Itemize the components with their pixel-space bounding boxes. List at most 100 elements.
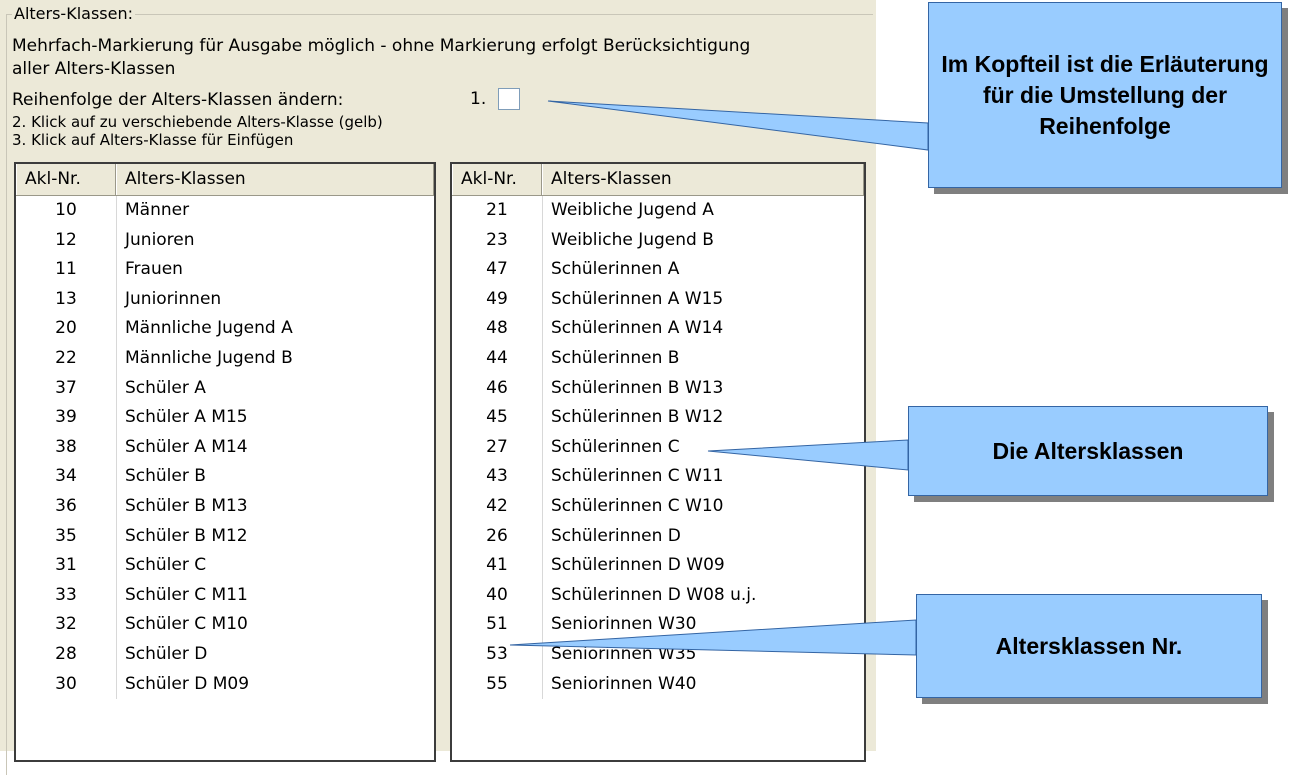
alters-klasse-cell: Schülerinnen C xyxy=(542,432,864,463)
akl-nr-cell: 46 xyxy=(486,377,508,398)
akl-nr-cell: 10 xyxy=(55,200,77,220)
list-row[interactable]: 11 Frauen xyxy=(16,255,434,285)
step-3-hint: 3. Klick auf Alters-Klasse für Einfügen xyxy=(12,131,294,149)
list-row[interactable]: 55 Seniorinnen W40 xyxy=(452,669,864,700)
list-row[interactable]: 44 Schülerinnen B xyxy=(452,343,864,374)
alters-klasse-cell: Seniorinnen W40 xyxy=(542,669,864,700)
alters-klasse-cell: Seniorinnen W35 xyxy=(542,639,864,670)
list-row[interactable]: 45 Schülerinnen B W12 xyxy=(452,403,864,433)
alters-klasse-cell: Schüler C xyxy=(116,551,434,581)
list-row[interactable]: 48 Schülerinnen A W14 xyxy=(452,314,864,344)
list-row[interactable]: 36 Schüler B M13 xyxy=(16,491,434,522)
akl-nr-cell: 40 xyxy=(486,584,508,605)
alters-klasse-cell: Schüler C M11 xyxy=(116,580,434,611)
age-class-list-right[interactable]: Akl-Nr. Alters-Klassen 21 Weibliche Jugen… xyxy=(450,162,866,762)
age-class-list-left[interactable]: Akl-Nr. Alters-Klassen 10 Männer 12 Juniore… xyxy=(14,162,436,762)
list-row[interactable]: 47 Schülerinnen A xyxy=(452,255,864,285)
akl-nr-cell: 36 xyxy=(55,495,77,516)
list-row[interactable]: 33 Schüler C M11 xyxy=(16,580,434,611)
list-header: Akl-Nr. Alters-Klassen xyxy=(452,164,864,196)
alters-klasse-cell: Seniorinnen W30 xyxy=(542,610,864,640)
list-row[interactable]: 42 Schülerinnen C W10 xyxy=(452,491,864,522)
list-row[interactable]: 10 Männer xyxy=(16,196,434,226)
list-row[interactable]: 43 Schülerinnen C W11 xyxy=(452,462,864,492)
akl-nr-cell: 33 xyxy=(55,584,77,605)
list-body: 10 Männer 12 Junioren 11 Frauen 13 Juniorinnen 2… xyxy=(16,196,434,700)
alters-klasse-cell: Schülerinnen B xyxy=(542,343,864,374)
step-1-label: 1. xyxy=(470,89,487,109)
callout-header-note: Im Kopfteil ist die Erläuterung für die … xyxy=(928,2,1282,188)
akl-nr-cell: 30 xyxy=(55,673,77,694)
alters-klasse-cell: Schüler A xyxy=(116,373,434,404)
alters-klasse-cell: Schülerinnen A W15 xyxy=(542,284,864,315)
list-row[interactable]: 34 Schüler B xyxy=(16,462,434,492)
akl-nr-cell: 27 xyxy=(486,436,508,457)
list-row[interactable]: 40 Schülerinnen D W08 u.j. xyxy=(452,580,864,611)
alters-klasse-cell: Schüler C M10 xyxy=(116,610,434,640)
column-header-akl-nr[interactable]: Akl-Nr. xyxy=(16,164,116,195)
list-row[interactable]: 46 Schülerinnen B W13 xyxy=(452,373,864,404)
list-row[interactable]: 31 Schüler C xyxy=(16,551,434,581)
akl-nr-cell: 26 xyxy=(486,525,508,546)
reorder-checkbox[interactable] xyxy=(498,88,520,110)
akl-nr-cell: 51 xyxy=(486,614,508,635)
list-row[interactable]: 35 Schüler B M12 xyxy=(16,521,434,552)
list-row[interactable]: 37 Schüler A xyxy=(16,373,434,404)
column-header-akl-nr[interactable]: Akl-Nr. xyxy=(452,164,542,195)
alters-klasse-cell: Schülerinnen B W12 xyxy=(542,403,864,433)
alters-klasse-cell: Schüler D M09 xyxy=(116,669,434,700)
list-row[interactable]: 27 Schülerinnen C xyxy=(452,432,864,463)
alters-klasse-cell: Schüler A M14 xyxy=(116,432,434,463)
list-row[interactable]: 51 Seniorinnen W30 xyxy=(452,610,864,640)
list-row[interactable]: 39 Schüler A M15 xyxy=(16,403,434,433)
alters-klasse-cell: Juniorinnen xyxy=(116,284,434,315)
list-body: 21 Weibliche Jugend A 23 Weibliche Jugend B… xyxy=(452,196,864,700)
akl-nr-cell: 23 xyxy=(486,229,508,250)
alters-klasse-cell: Schülerinnen C W10 xyxy=(542,491,864,522)
akl-nr-cell: 32 xyxy=(55,614,77,635)
akl-nr-cell: 38 xyxy=(55,436,77,457)
akl-nr-cell: 34 xyxy=(55,466,77,487)
list-row[interactable]: 41 Schülerinnen D W09 xyxy=(452,551,864,581)
alters-klasse-cell: Schülerinnen D xyxy=(542,521,864,552)
akl-nr-cell: 13 xyxy=(55,288,77,309)
akl-nr-cell: 12 xyxy=(55,229,77,250)
list-row[interactable]: 12 Junioren xyxy=(16,225,434,256)
list-row[interactable]: 49 Schülerinnen A W15 xyxy=(452,284,864,315)
alters-klasse-cell: Schülerinnen A W14 xyxy=(542,314,864,344)
akl-nr-cell: 53 xyxy=(486,643,508,664)
list-row[interactable]: 32 Schüler C M10 xyxy=(16,610,434,640)
alters-klasse-cell: Schüler D xyxy=(116,639,434,670)
alters-klasse-cell: Schüler B xyxy=(116,462,434,492)
alters-klasse-cell: Schülerinnen C W11 xyxy=(542,462,864,492)
akl-nr-cell: 42 xyxy=(486,495,508,516)
alters-klasse-cell: Männer xyxy=(116,196,434,226)
list-header: Akl-Nr. Alters-Klassen xyxy=(16,164,434,196)
akl-nr-cell: 28 xyxy=(55,643,77,664)
alters-klasse-cell: Schülerinnen B W13 xyxy=(542,373,864,404)
akl-nr-cell: 35 xyxy=(55,525,77,546)
list-row[interactable]: 20 Männliche Jugend A xyxy=(16,314,434,344)
list-row[interactable]: 23 Weibliche Jugend B xyxy=(452,225,864,256)
alters-klasse-cell: Schülerinnen D W08 u.j. xyxy=(542,580,864,611)
hint-line-2: aller Alters-Klassen xyxy=(12,59,176,79)
list-row[interactable]: 13 Juniorinnen xyxy=(16,284,434,315)
list-row[interactable]: 26 Schülerinnen D xyxy=(452,521,864,552)
column-header-alters-klassen[interactable]: Alters-Klassen xyxy=(542,164,864,195)
alters-klasse-cell: Schülerinnen A xyxy=(542,255,864,285)
list-row[interactable]: 30 Schüler D M09 xyxy=(16,669,434,700)
akl-nr-cell: 45 xyxy=(486,407,508,428)
list-row[interactable]: 28 Schüler D xyxy=(16,639,434,670)
akl-nr-cell: 39 xyxy=(55,407,77,428)
akl-nr-cell: 11 xyxy=(55,259,77,280)
akl-nr-cell: 43 xyxy=(486,466,508,487)
column-header-alters-klassen[interactable]: Alters-Klassen xyxy=(116,164,434,195)
alters-klasse-cell: Männliche Jugend B xyxy=(116,343,434,374)
alters-klasse-cell: Frauen xyxy=(116,255,434,285)
akl-nr-cell: 31 xyxy=(55,555,77,576)
list-row[interactable]: 53 Seniorinnen W35 xyxy=(452,639,864,670)
list-row[interactable]: 21 Weibliche Jugend A xyxy=(452,196,864,226)
list-row[interactable]: 38 Schüler A M14 xyxy=(16,432,434,463)
reorder-label: Reihenfolge der Alters-Klassen ändern: xyxy=(12,90,344,110)
list-row[interactable]: 22 Männliche Jugend B xyxy=(16,343,434,374)
